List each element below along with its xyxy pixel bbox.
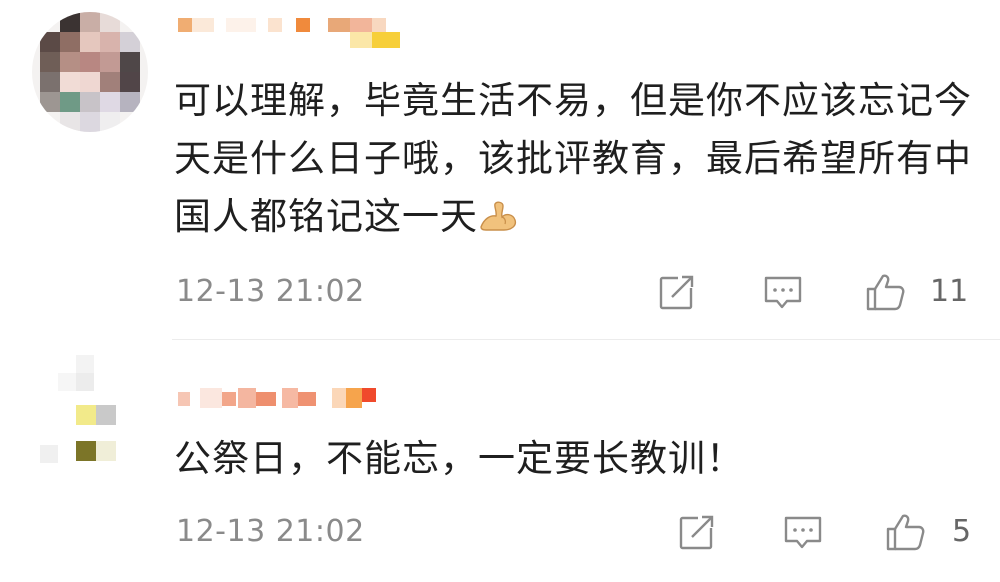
avatar[interactable] (32, 355, 148, 471)
comment-actions: 11 (656, 272, 1000, 312)
thumbs-up-icon[interactable] (864, 272, 906, 312)
avatar[interactable] (32, 12, 148, 132)
comment-icon[interactable] (762, 272, 804, 312)
divider (172, 339, 1000, 340)
comment-text-body: 可以理解，毕竟生活不易，但是你不应该忘记今天是什么日子哦，该批评教育，最后希望所… (174, 79, 972, 238)
like-count: 11 (930, 274, 969, 309)
comment-text: 公祭日，不能忘，一定要长教训！ (174, 437, 744, 480)
timestamp: 12-13 21:02 (176, 514, 365, 549)
share-icon[interactable] (676, 512, 718, 552)
comment-text: 可以理解，毕竟生活不易，但是你不应该忘记今天是什么日子哦，该批评教育，最后希望所… (174, 72, 984, 246)
comment-item: 公祭日，不能忘，一定要长教训！ 12-13 21:02 5 (0, 341, 1000, 582)
thumbs-up-icon[interactable] (884, 512, 926, 552)
user-name[interactable] (178, 388, 378, 412)
user-name[interactable] (178, 14, 418, 56)
like-count: 5 (952, 514, 972, 549)
comment-actions: 5 (676, 512, 1000, 552)
muscle-emoji-icon (480, 201, 517, 231)
comment-icon[interactable] (782, 512, 824, 552)
timestamp: 12-13 21:02 (176, 274, 365, 309)
comment-item: 可以理解，毕竟生活不易，但是你不应该忘记今天是什么日子哦，该批评教育，最后希望所… (0, 0, 1000, 340)
share-icon[interactable] (656, 272, 698, 312)
